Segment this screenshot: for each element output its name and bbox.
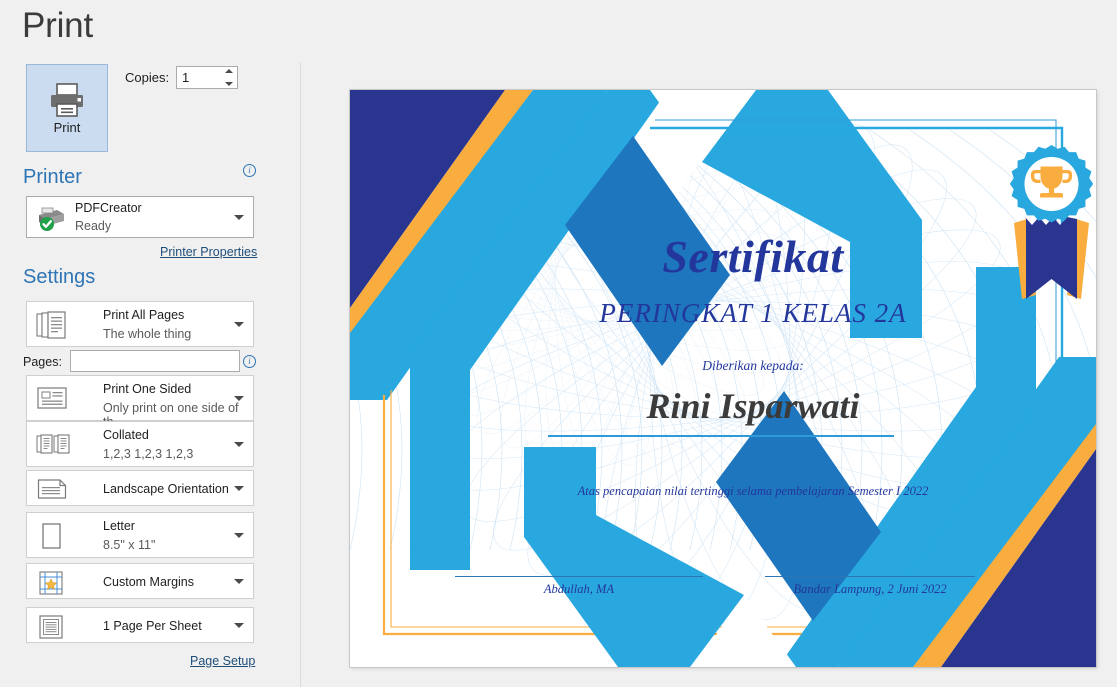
setting-secondary-label: The whole thing — [103, 327, 192, 341]
one-sided-page-icon — [36, 385, 68, 416]
certificate-artwork — [350, 90, 1096, 667]
pages-per-sheet-icon — [36, 614, 66, 645]
recipient-name-underline — [548, 435, 894, 437]
settings-section-heading: Settings — [23, 266, 96, 288]
printer-info-icon[interactable]: i — [243, 164, 256, 177]
setting-primary-label: Custom Margins — [103, 575, 194, 589]
copies-stepper[interactable] — [176, 66, 238, 89]
setting-paper-size[interactable]: Letter 8.5" x 11" — [26, 512, 254, 558]
setting-primary-label: Collated — [103, 428, 149, 442]
spinner-up-icon[interactable] — [224, 69, 233, 73]
chevron-down-icon[interactable] — [234, 396, 244, 401]
print-preview-area: Sertifikat PERINGKAT 1 KELAS 2A Diberika… — [301, 62, 1117, 687]
chevron-down-icon[interactable] — [234, 442, 244, 447]
setting-primary-label: Print All Pages — [103, 308, 185, 322]
spinner-down-icon[interactable] — [224, 82, 233, 86]
signature-line-right — [765, 576, 975, 577]
certificate-title: Sertifikat — [662, 231, 844, 282]
chevron-down-icon[interactable] — [234, 215, 244, 220]
setting-print-range[interactable]: Print All Pages The whole thing — [26, 301, 254, 347]
setting-pages-per-sheet[interactable]: 1 Page Per Sheet — [26, 607, 254, 643]
landscape-page-icon — [36, 477, 68, 506]
certificate-document: Sertifikat PERINGKAT 1 KELAS 2A Diberika… — [350, 90, 1096, 667]
certificate-given-to-label: Diberikan kepada: — [702, 358, 804, 373]
copies-input[interactable] — [177, 67, 223, 88]
setting-primary-label: Print One Sided — [103, 382, 192, 396]
copies-spinner[interactable] — [222, 68, 235, 87]
setting-secondary-label: 8.5" x 11" — [103, 538, 156, 552]
setting-margins[interactable]: Custom Margins — [26, 563, 254, 599]
print-button-label: Print — [53, 119, 81, 135]
chevron-down-icon[interactable] — [234, 533, 244, 538]
chevron-down-icon[interactable] — [234, 322, 244, 327]
signature-left-label: Abdullah, MA — [543, 582, 615, 596]
printer-status: Ready — [75, 219, 112, 233]
paper-size-icon — [36, 522, 66, 555]
printer-name: PDFCreator — [75, 201, 142, 215]
pages-info-icon[interactable]: i — [243, 355, 256, 368]
pages-input[interactable] — [70, 350, 240, 372]
printer-properties-link[interactable]: Printer Properties — [160, 245, 257, 259]
preview-page[interactable]: Sertifikat PERINGKAT 1 KELAS 2A Diberika… — [350, 90, 1096, 667]
document-stack-icon — [36, 311, 68, 344]
certificate-subtitle: PERINGKAT 1 KELAS 2A — [599, 298, 907, 328]
signature-right-label: Bandar Lampung, 2 Juni 2022 — [793, 582, 947, 596]
chevron-down-icon[interactable] — [234, 486, 244, 491]
print-backstage-view: Print Print Copies: Printer i — [0, 0, 1117, 687]
page-setup-link[interactable]: Page Setup — [190, 654, 255, 668]
setting-primary-label: 1 Page Per Sheet — [103, 619, 202, 633]
margins-icon — [36, 570, 66, 601]
certificate-description: Atas pencapaian nilai tertinggi selama p… — [577, 484, 929, 498]
printer-section-heading: Printer — [23, 166, 82, 188]
copies-label: Copies: — [125, 70, 170, 85]
setting-duplex[interactable]: Print One Sided Only print on one side o… — [26, 375, 254, 429]
setting-primary-label: Landscape Orientation — [103, 482, 229, 496]
chevron-down-icon[interactable] — [234, 579, 244, 584]
setting-secondary-label: 1,2,3 1,2,3 1,2,3 — [103, 447, 194, 461]
printer-icon — [47, 82, 87, 118]
page-title: Print — [22, 6, 93, 45]
pages-label: Pages: — [23, 355, 62, 369]
printer-select[interactable]: PDFCreator Ready — [26, 196, 254, 238]
certificate-recipient-name: Rini Isparwati — [646, 386, 860, 426]
print-button[interactable]: Print — [26, 64, 108, 152]
chevron-down-icon[interactable] — [234, 623, 244, 628]
printer-ready-icon — [35, 205, 65, 231]
setting-orientation[interactable]: Landscape Orientation — [26, 470, 254, 506]
setting-primary-label: Letter — [103, 519, 135, 533]
setting-collation[interactable]: Collated 1,2,3 1,2,3 1,2,3 — [26, 421, 254, 467]
collated-pages-icon — [36, 431, 70, 462]
signature-line-left — [455, 576, 703, 577]
